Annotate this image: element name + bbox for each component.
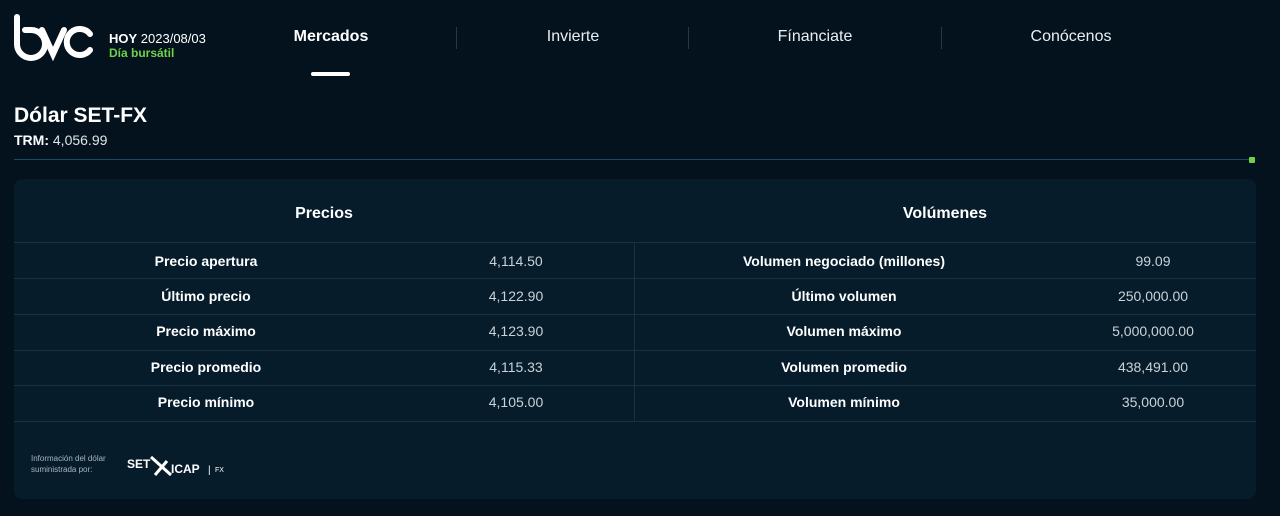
nav-financiate[interactable]: Fínanciate bbox=[765, 28, 865, 46]
data-source-note: Información del dólar suministrada por: bbox=[31, 454, 106, 474]
svg-text:|: | bbox=[208, 465, 211, 476]
volume-value: 5,000,000.00 bbox=[1112, 323, 1194, 339]
volume-label: Volumen máximo bbox=[786, 323, 902, 339]
svg-text:FX: FX bbox=[215, 467, 224, 474]
volume-label: Volumen mínimo bbox=[788, 394, 900, 410]
date-value: 2023/08/03 bbox=[140, 31, 206, 46]
volume-label: Volumen promedio bbox=[781, 359, 907, 375]
bvc-logo[interactable] bbox=[12, 14, 94, 62]
top-header: HOY 2023/08/03 Día bursátil Mercados Inv… bbox=[0, 0, 1280, 80]
price-label: Precio máximo bbox=[156, 323, 256, 339]
set-icap-fx-logo[interactable]: SET ICAP | FX bbox=[127, 451, 237, 481]
price-label: Último precio bbox=[161, 288, 251, 304]
volume-value: 35,000.00 bbox=[1121, 394, 1185, 410]
price-value: 4,115.33 bbox=[489, 359, 543, 375]
volume-value: 99.09 bbox=[1135, 253, 1171, 269]
volume-value: 438,491.00 bbox=[1117, 359, 1189, 375]
trm-readout: TRM: 4,056.99 bbox=[14, 132, 107, 148]
price-value: 4,123.90 bbox=[488, 323, 544, 339]
volume-label: Volumen negociado (millones) bbox=[743, 253, 945, 269]
svg-text:ICAP: ICAP bbox=[171, 462, 200, 476]
price-value: 4,105.00 bbox=[488, 394, 544, 410]
column-divider bbox=[634, 243, 635, 421]
price-label: Precio promedio bbox=[150, 359, 262, 375]
nav-separator bbox=[941, 27, 942, 49]
nav-conocenos[interactable]: Conócenos bbox=[1021, 28, 1121, 46]
volume-label: Último volumen bbox=[791, 288, 897, 304]
nav-separator bbox=[688, 27, 689, 49]
trading-date: HOY 2023/08/03 Día bursátil bbox=[109, 31, 206, 61]
nav-mercados[interactable]: Mercados bbox=[291, 28, 371, 46]
price-label: Precio apertura bbox=[154, 253, 258, 269]
market-table-card: Precios Volúmenes Precio apertura 4,114.… bbox=[14, 179, 1256, 499]
price-label: Precio mínimo bbox=[157, 394, 255, 410]
trm-label: TRM: bbox=[14, 132, 49, 148]
volumes-header: Volúmenes bbox=[902, 205, 988, 222]
row-divider bbox=[14, 314, 1256, 315]
active-nav-indicator bbox=[311, 72, 350, 76]
page-title: Dólar SET-FX bbox=[14, 104, 148, 127]
volume-value: 250,000.00 bbox=[1117, 288, 1189, 304]
trm-value: 4,056.99 bbox=[52, 132, 108, 148]
price-value: 4,122.90 bbox=[488, 288, 544, 304]
row-divider bbox=[14, 350, 1256, 351]
nav-separator bbox=[456, 27, 457, 49]
date-label: HOY bbox=[109, 31, 138, 46]
prices-header: Precios bbox=[295, 205, 353, 222]
row-divider bbox=[14, 278, 1256, 279]
row-divider bbox=[14, 421, 1256, 422]
market-status: Día bursátil bbox=[109, 46, 175, 60]
row-divider bbox=[14, 242, 1256, 243]
row-divider bbox=[14, 385, 1256, 386]
svg-text:SET: SET bbox=[127, 457, 151, 471]
price-value: 4,114.50 bbox=[489, 253, 543, 269]
title-divider bbox=[14, 159, 1252, 160]
nav-invierte[interactable]: Invierte bbox=[533, 28, 613, 46]
divider-accent-dot bbox=[1249, 157, 1255, 163]
